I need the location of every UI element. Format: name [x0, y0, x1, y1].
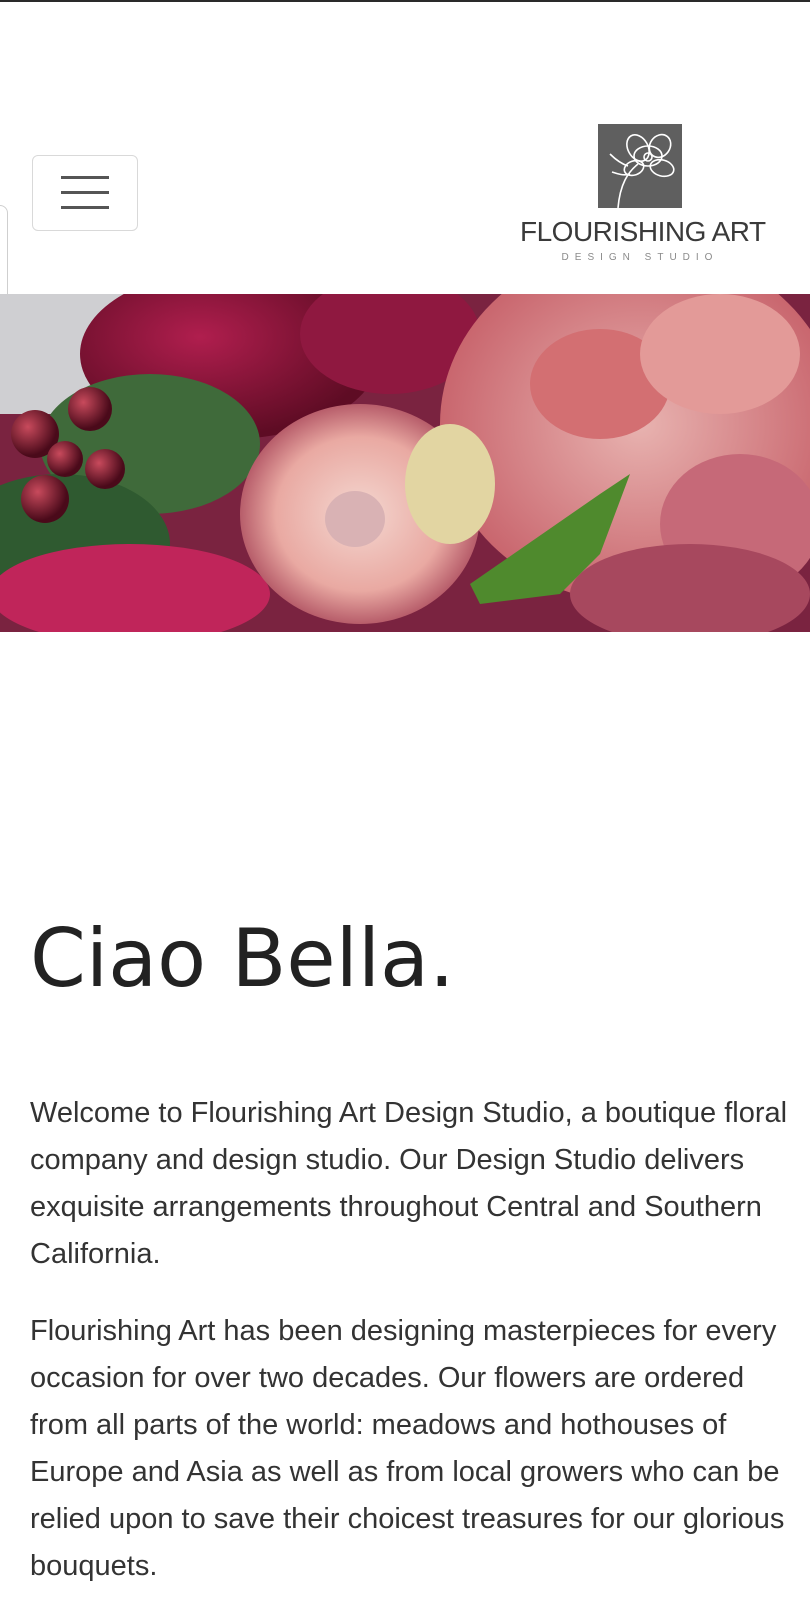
brand-logo[interactable]: FLOURISHING ART DESIGN STUDIO [520, 124, 766, 270]
hamburger-menu-icon [61, 176, 109, 209]
top-border [0, 0, 810, 2]
intro-paragraph-1: Welcome to Flourishing Art Design Studio… [30, 1097, 788, 1270]
hero-carousel[interactable] [0, 294, 810, 632]
flower-logo-icon [598, 124, 682, 208]
intro-text: Welcome to Flourishing Art Design Studio… [30, 1090, 790, 1620]
logo-name: FLOURISHING ART [520, 216, 766, 247]
menu-button[interactable] [32, 155, 138, 231]
intro-paragraph-2: Flourishing Art has been designing maste… [30, 1315, 785, 1582]
floral-arrangement-photo [0, 294, 810, 632]
page-heading: Ciao Bella. [30, 912, 455, 1005]
logo-tagline: DESIGN STUDIO [561, 252, 719, 263]
